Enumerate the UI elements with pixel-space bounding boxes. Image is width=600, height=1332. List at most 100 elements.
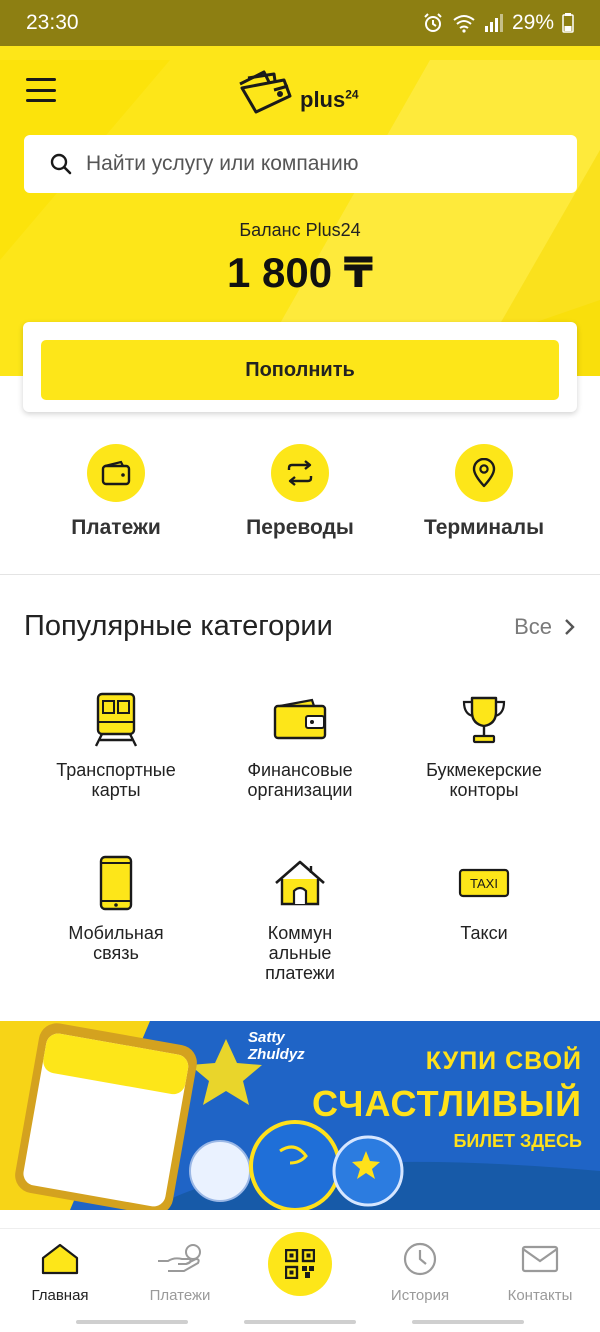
logo-wordmark: plus24	[300, 87, 359, 113]
quick-action-payments[interactable]: Платежи	[26, 444, 206, 540]
quick-action-circle	[271, 444, 329, 502]
category-label: Транспортные карты	[16, 760, 216, 800]
gesture-bar	[0, 1312, 600, 1332]
nav-label: История	[390, 1287, 450, 1304]
plus24-logo: plus24	[234, 64, 374, 118]
nav-icon-wrap	[120, 1239, 240, 1279]
menu-button[interactable]	[20, 72, 62, 108]
promo-banner[interactable]: Satty Zhuldyz КУПИ СВОЙ СЧАСТЛИВЫЙ БИЛЕТ …	[0, 1021, 600, 1210]
logo-sup: 24	[345, 87, 359, 102]
topup-card: Пополнить	[23, 322, 577, 412]
banner-promo-line: БИЛЕТ ЗДЕСЬ	[453, 1131, 582, 1151]
menu-icon-line	[26, 99, 56, 102]
svg-text:TAXI: TAXI	[470, 876, 498, 891]
category-transport-cards[interactable]: Транспортные карты	[16, 692, 216, 800]
category-icon-wrap	[384, 692, 584, 748]
categories-all-link[interactable]: Все	[514, 614, 576, 640]
gesture-pill	[412, 1320, 524, 1324]
quick-action-label: Терминалы	[423, 516, 545, 539]
balance-label: Баланс Plus24	[239, 220, 361, 240]
quick-action-circle	[87, 444, 145, 502]
wallet-icon	[273, 698, 327, 740]
category-taxi[interactable]: TAXI Такси	[384, 855, 584, 943]
battery-percent: 29%	[511, 11, 554, 34]
category-label-line: платежи	[265, 963, 335, 983]
hand-coin-icon	[158, 1244, 201, 1272]
app-screen: 23:30 29% plus24 Найти услугу или компан…	[0, 0, 600, 1332]
topup-button[interactable]: Пополнить	[41, 340, 559, 400]
category-label-line: Такси	[460, 923, 508, 943]
phone-icon	[99, 855, 133, 911]
category-label-line: Мобильная	[68, 923, 164, 943]
category-label: Такси	[384, 923, 584, 943]
status-time: 23:30	[26, 11, 79, 34]
category-label-line: Финансовые	[247, 760, 353, 780]
wifi-icon	[453, 15, 475, 33]
menu-icon	[26, 78, 56, 81]
nav-label: Платежи	[149, 1287, 211, 1304]
category-mobile[interactable]: Мобильная связь	[16, 855, 216, 963]
banner-brand-line: Zhuldyz	[248, 1046, 305, 1063]
battery-icon	[562, 13, 574, 33]
nav-history[interactable]: История	[360, 1239, 480, 1304]
gesture-pill	[76, 1320, 188, 1324]
nav-payments[interactable]: Платежи	[120, 1239, 240, 1304]
category-icon-wrap	[16, 692, 216, 748]
house-icon	[275, 860, 325, 906]
category-label: Коммун альные платежи	[200, 923, 400, 983]
qr-scan-button[interactable]	[268, 1232, 332, 1296]
category-bookmakers[interactable]: Букмекерские конторы	[384, 692, 584, 800]
category-label: Финансовые организации	[200, 760, 400, 800]
category-icon-wrap	[200, 855, 400, 911]
status-indicators: 29%	[422, 11, 574, 35]
trophy-icon	[462, 696, 506, 744]
category-label-line: организации	[247, 780, 353, 800]
quick-action-terminals[interactable]: Терминалы	[394, 444, 574, 540]
category-label-line: альные	[268, 943, 332, 963]
taxi-icon: TAXI	[458, 868, 510, 898]
nav-icon-wrap	[0, 1239, 120, 1279]
category-label: Букмекерские конторы	[384, 760, 584, 800]
wallet-icon	[101, 460, 131, 486]
category-label-line: карты	[91, 780, 141, 800]
nav-icon-wrap	[480, 1239, 600, 1279]
nav-contacts[interactable]: Контакты	[480, 1239, 600, 1304]
quick-action-transfers[interactable]: Переводы	[210, 444, 390, 540]
category-icon-wrap	[200, 692, 400, 748]
qr-code-icon	[285, 1249, 315, 1279]
chevron-right-icon	[565, 619, 575, 635]
category-label-line: Букмекерские	[426, 760, 542, 780]
quick-action-label: Переводы	[246, 516, 354, 539]
menu-icon-line	[26, 88, 56, 92]
home-icon	[41, 1243, 79, 1275]
quick-action-circle	[455, 444, 513, 502]
gesture-pill	[244, 1320, 356, 1324]
banner-brand: Satty Zhuldyz	[248, 1029, 348, 1063]
category-utilities[interactable]: Коммун альные платежи	[200, 855, 400, 983]
search-icon	[50, 153, 72, 175]
train-icon	[94, 692, 138, 747]
banner-promo-line: КУПИ СВОЙ	[425, 1047, 582, 1075]
category-financial-orgs[interactable]: Финансовые организации	[200, 692, 400, 800]
quick-action-label: Платежи	[71, 516, 161, 539]
location-pin-icon	[472, 458, 496, 488]
category-icon-wrap: TAXI	[384, 855, 584, 911]
categories-title: Популярные категории	[24, 610, 333, 642]
section-divider	[0, 574, 600, 575]
nav-icon-wrap	[360, 1239, 480, 1279]
category-icon-wrap	[16, 855, 216, 911]
mail-icon	[521, 1245, 559, 1273]
quick-actions: Платежи Переводы Терминалы	[0, 444, 600, 544]
category-label: Мобильная связь	[16, 923, 216, 963]
signal-icon	[484, 14, 503, 32]
nav-label: Главная	[31, 1287, 89, 1304]
app-bar: plus24	[0, 46, 600, 134]
categories-all-label: Все	[514, 614, 552, 639]
wallet-logo-icon	[239, 70, 292, 114]
alarm-icon	[424, 13, 442, 32]
nav-label: Контакты	[507, 1287, 573, 1304]
nav-home[interactable]: Главная	[0, 1239, 120, 1304]
banner-promo-headline: СЧАСТЛИВЫЙ	[312, 1083, 582, 1124]
banner-brand-line: Satty	[248, 1029, 285, 1046]
search-input[interactable]: Найти услугу или компанию	[24, 135, 577, 193]
